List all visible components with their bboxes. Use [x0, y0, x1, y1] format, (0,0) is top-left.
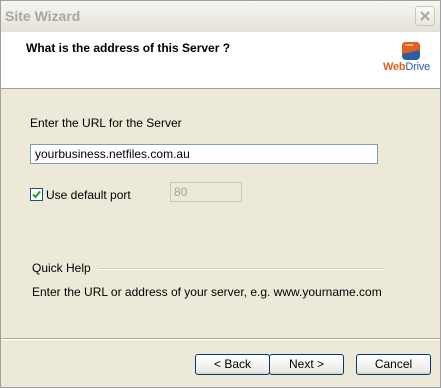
quick-help-divider — [98, 268, 385, 270]
default-port-checkbox[interactable] — [30, 188, 43, 201]
webdrive-logo: WebDrive — [383, 40, 437, 80]
quick-help-heading: Quick Help — [32, 261, 91, 275]
checkmark-icon — [32, 190, 41, 199]
next-button[interactable]: Next > — [269, 354, 344, 375]
page-title: What is the address of this Server ? — [26, 41, 231, 55]
site-wizard-window: Site Wizard What is the address of this … — [0, 0, 441, 388]
logo-text: WebDrive — [383, 61, 431, 73]
title-bar[interactable]: Site Wizard — [1, 1, 440, 32]
close-icon — [420, 11, 430, 21]
window-title: Site Wizard — [5, 8, 81, 24]
webdrive-logo-icon — [402, 42, 420, 60]
wizard-header: What is the address of this Server ? Web… — [1, 32, 440, 89]
cancel-button[interactable]: Cancel — [356, 354, 431, 375]
default-port-label[interactable]: Use default port — [46, 188, 131, 202]
footer-divider — [1, 338, 440, 340]
url-label: Enter the URL for the Server — [30, 116, 182, 130]
port-input — [170, 182, 242, 202]
url-input[interactable] — [30, 144, 378, 164]
close-button[interactable] — [415, 6, 435, 26]
quick-help-text: Enter the URL or address of your server,… — [32, 285, 382, 299]
back-button[interactable]: < Back — [195, 354, 270, 375]
